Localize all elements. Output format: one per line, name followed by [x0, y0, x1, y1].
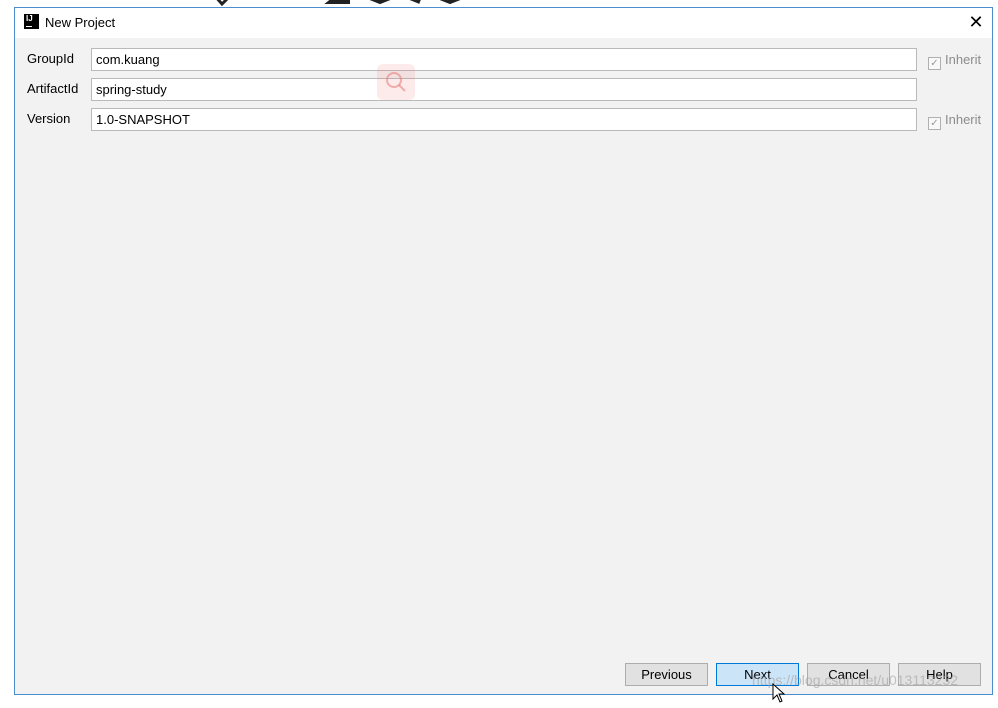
version-row: Version ✓ Inherit	[15, 108, 992, 131]
artifact-id-row: ArtifactId	[15, 78, 992, 101]
group-id-row: GroupId ✓ Inherit	[15, 48, 992, 71]
window-title: New Project	[45, 15, 116, 30]
version-inherit-label: Inherit	[945, 112, 982, 127]
title-bar[interactable]: IJ New Project ✕	[15, 8, 992, 38]
close-icon[interactable]: ✕	[966, 12, 986, 32]
artifact-id-label: ArtifactId	[27, 81, 79, 96]
artifact-id-input[interactable]	[91, 78, 917, 101]
group-id-input[interactable]	[91, 48, 917, 71]
group-id-label: GroupId	[27, 51, 74, 66]
search-icon	[377, 64, 415, 100]
group-id-inherit-label: Inherit	[945, 52, 982, 67]
version-input[interactable]	[91, 108, 917, 131]
top-edge-scribble	[210, 0, 490, 7]
new-project-dialog: IJ New Project ✕ GroupId ✓ Inherit Artifa…	[14, 7, 993, 695]
checkbox-checked-icon: ✓	[928, 57, 941, 70]
intellij-icon: IJ	[24, 14, 39, 29]
version-label: Version	[27, 111, 71, 126]
previous-button[interactable]: Previous	[625, 663, 708, 686]
group-id-inherit-checkbox[interactable]: ✓ Inherit	[928, 52, 981, 70]
version-inherit-checkbox[interactable]: ✓ Inherit	[928, 112, 981, 130]
checkbox-checked-icon: ✓	[928, 117, 941, 130]
